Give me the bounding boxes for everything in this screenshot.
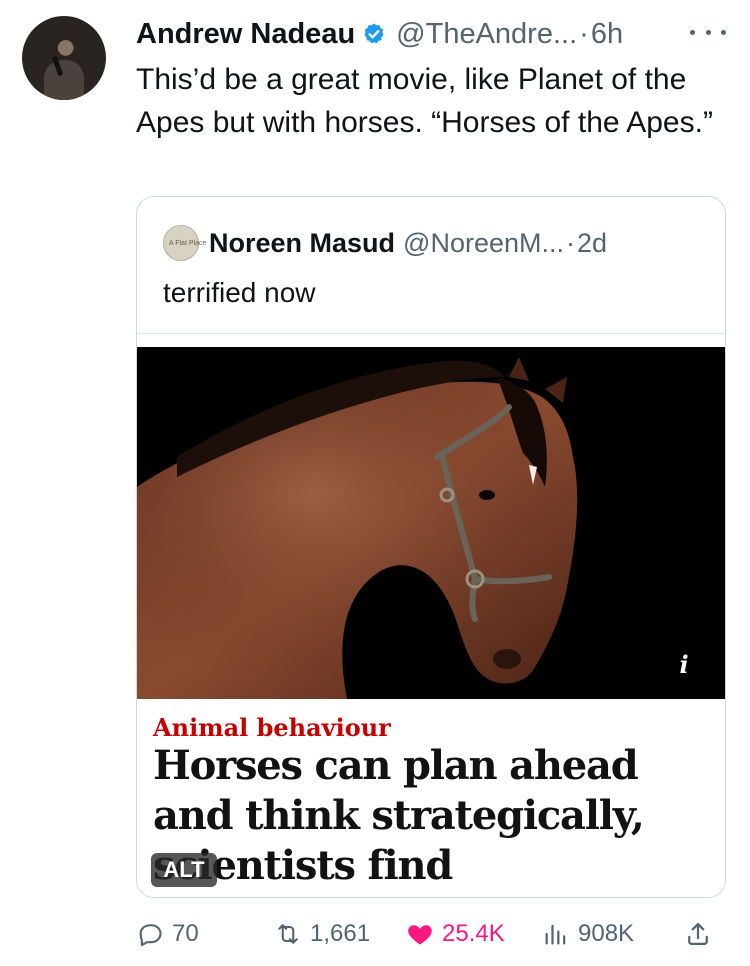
views-count: 908K [578,920,635,947]
quoted-author-handle: @NoreenM... [403,227,565,258]
more-icon[interactable] [690,20,726,44]
reply-button[interactable]: 70 [136,914,199,954]
more-dot [690,29,695,35]
repost-count: 1,661 [310,920,371,947]
article-preview[interactable]: Animal behaviour Horses can plan ahead a… [137,699,725,897]
quoted-timestamp: 2d [577,227,608,258]
reply-icon [139,924,162,947]
like-heart-icon [408,925,432,945]
quoted-text: terrified now [163,277,316,308]
horse-image[interactable]: i [137,347,725,699]
quoted-avatar: A Flat Place [163,225,207,261]
views-button[interactable]: 908K [542,914,634,954]
article-kicker: Animal behaviour [153,713,391,742]
author-name[interactable]: Andrew Nadeau [136,18,355,51]
action-bar: 70 1,661 25.4K 908K [136,914,726,954]
like-button[interactable]: 25.4K [406,914,505,954]
separator-dot: · [579,17,589,50]
like-count: 25.4K [442,920,505,947]
avatar-figure [44,60,84,100]
more-dot [705,29,711,35]
repost-button[interactable]: 1,661 [274,914,370,954]
divider [137,333,725,334]
article-headline: Horses can plan ahead and think strategi… [153,742,645,889]
more-dot [721,29,726,35]
share-icon [688,922,708,946]
reply-count: 70 [172,920,199,947]
tweet-text: This’d be a great movie, like Planet of … [136,63,713,139]
tweet-header: Andrew Nadeau @TheAndre... · 6h [136,14,623,54]
author-avatar[interactable] [22,16,106,100]
quoted-author-name: Noreen Masud [209,227,396,258]
author-handle[interactable]: @TheAndre... [396,18,577,51]
tweet-timestamp[interactable]: 6h [591,18,623,51]
quoted-separator-dot: · [566,227,576,258]
verified-badge-icon [364,23,384,44]
quoted-header: A Flat Place Noreen Masud @NoreenM... · … [163,225,607,261]
views-icon [545,924,566,945]
quoted-tweet[interactable]: A Flat Place Noreen Masud @NoreenM... · … [136,196,726,898]
repost-icon [278,924,298,944]
share-button[interactable] [684,914,720,954]
info-icon[interactable]: i [661,641,707,687]
alt-badge[interactable]: ALT [151,853,217,887]
horse-illustration [137,347,725,699]
quoted-avatar-logo-text: A Flat Place [169,239,207,247]
